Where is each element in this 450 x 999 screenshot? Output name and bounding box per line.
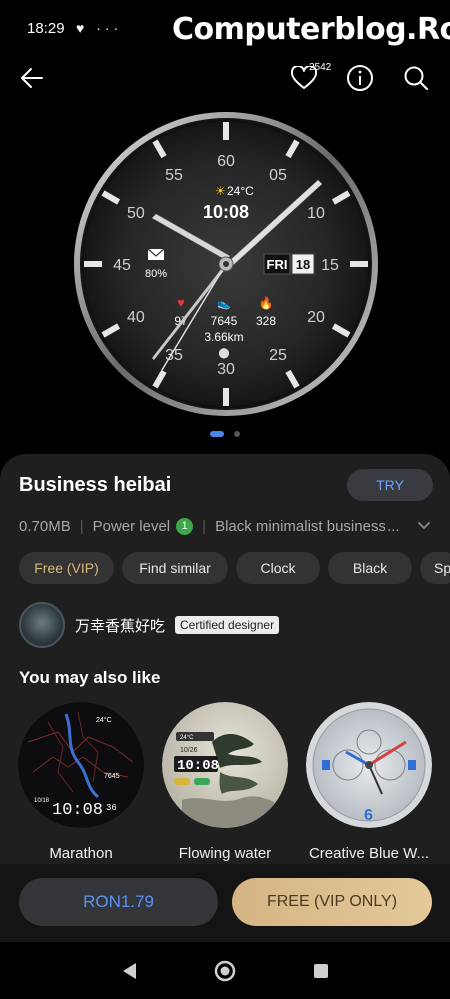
free-vip-button[interactable]: FREE (VIP ONLY) xyxy=(232,878,432,926)
location-pin-icon: ⬤ xyxy=(218,348,229,359)
tag-chip-free-vip[interactable]: Free (VIP) xyxy=(19,552,114,584)
divider: | xyxy=(202,517,207,535)
designer-row[interactable]: 万幸香蕉好吃 Certified designer xyxy=(19,602,439,648)
creative-blue-face-thumbnail: 6 xyxy=(306,702,432,828)
sun-cloud-icon: ☀ xyxy=(215,184,226,198)
recommendation-item[interactable]: 24°C 7645 10/18 10:08 36 Marathon xyxy=(18,702,144,862)
try-button[interactable]: TRY xyxy=(347,469,433,501)
recommendation-item[interactable]: 6 Creative Blue W... xyxy=(306,702,432,862)
favorites-count: 2542 xyxy=(309,62,332,73)
tag-chip-black[interactable]: Black xyxy=(328,552,412,584)
wf-weather: 24°C xyxy=(227,184,254,198)
heart-icon: ♥ xyxy=(177,295,185,310)
wf-day: FRI xyxy=(267,257,288,272)
rec-time: 10:08 xyxy=(177,758,219,774)
recommendation-label: Flowing water xyxy=(178,845,272,862)
search-button[interactable] xyxy=(396,58,436,98)
system-nav-bar xyxy=(0,942,450,999)
minute-numeral: 50 xyxy=(127,205,145,222)
tag-chips: Free (VIP) Find similar Clock Black Spor… xyxy=(19,552,450,584)
status-time: 18:29 xyxy=(27,20,65,37)
power-level-badge: 1 xyxy=(176,517,194,535)
meta-row[interactable]: 0.70MB | Power level 1 | Black minimalis… xyxy=(19,515,439,537)
flame-icon: 🔥 xyxy=(259,296,274,310)
watch-face-preview: 600510202530354045505515 ☀ 24°C 10:08 80… xyxy=(74,112,378,416)
minute-numeral: 30 xyxy=(217,361,235,378)
back-button[interactable] xyxy=(12,58,52,98)
section-title: You may also like xyxy=(19,668,161,687)
nav-home-button[interactable] xyxy=(210,956,240,986)
circle-home-icon xyxy=(214,960,236,982)
wf-time: 10:08 xyxy=(203,202,249,222)
designer-avatar[interactable] xyxy=(19,602,65,648)
rec-date: 10/18 xyxy=(34,798,50,804)
square-recents-icon xyxy=(314,964,328,978)
minute-numeral: 60 xyxy=(217,153,235,170)
tag-chip-clock[interactable]: Clock xyxy=(236,552,320,584)
rec-seconds: 36 xyxy=(106,803,117,813)
status-notification-icons: ♥ ··· xyxy=(76,20,123,36)
designer-name: 万幸香蕉好吃 xyxy=(75,616,166,635)
triangle-back-icon xyxy=(123,963,136,979)
power-level-label: Power level xyxy=(92,517,171,535)
minute-numeral: 40 xyxy=(127,309,145,326)
info-icon xyxy=(347,65,373,91)
marathon-face-thumbnail: 24°C 7645 10/18 10:08 36 xyxy=(18,702,144,828)
divider: | xyxy=(79,517,84,535)
ellipsis: ... xyxy=(387,517,400,535)
wf-distance: 3.66km xyxy=(204,330,243,344)
recommendation-label: Creative Blue W... xyxy=(308,845,430,862)
minute-numeral: 20 xyxy=(307,309,325,326)
details-sheet: Business heibai TRY 0.70MB | Power level… xyxy=(0,454,450,864)
rec-steps: 7645 xyxy=(104,773,120,780)
file-size: 0.70MB xyxy=(19,517,71,535)
rec-date: 10/26 xyxy=(180,747,198,754)
rec-weather: 24°C xyxy=(96,716,112,724)
minute-numeral: 05 xyxy=(269,167,287,184)
watermark: Computerblog.Ro xyxy=(172,12,450,47)
nav-back-button[interactable] xyxy=(114,956,144,986)
minute-numeral: 10 xyxy=(307,205,325,222)
mail-icon xyxy=(147,248,165,260)
top-bar: 2542 xyxy=(0,58,450,102)
info-button[interactable] xyxy=(340,58,380,98)
minute-numeral: 15 xyxy=(321,257,339,274)
search-icon xyxy=(404,66,428,90)
minute-numeral: 45 xyxy=(113,257,131,274)
wf-steps: 7645 xyxy=(211,314,238,328)
buy-button[interactable]: RON1.79 xyxy=(19,878,218,926)
wf-battery: 80% xyxy=(145,268,167,280)
shoe-icon: 👟 xyxy=(217,298,231,310)
minute-numeral: 25 xyxy=(269,347,287,364)
tag-chip-find-similar[interactable]: Find similar xyxy=(122,552,228,584)
watch-preview[interactable]: 60 05 10 20 25 30 35 40 45 50 55 15 ☀ 24°C 10:08 80… xyxy=(0,102,450,452)
minute-numeral: 55 xyxy=(165,167,183,184)
page-dot-active[interactable] xyxy=(210,431,224,437)
nav-recents-button[interactable] xyxy=(306,956,336,986)
arrow-left-icon xyxy=(21,68,43,88)
flowing-water-face-thumbnail: 24°C 10/26 10:08 xyxy=(162,702,288,828)
description: Black minimalist business xyxy=(215,517,386,535)
rec-numeral: 6 xyxy=(364,807,373,824)
recommendation-item[interactable]: 24°C 10/26 10:08 Flowing water xyxy=(162,702,288,862)
action-bar: RON1.79 FREE (VIP ONLY) xyxy=(0,864,450,942)
tag-chip-sport[interactable]: Sport xyxy=(420,552,450,584)
recommendation-label: Marathon xyxy=(49,845,113,862)
rec-time: 10:08 xyxy=(52,801,103,820)
status-bar: 18:29 ♥ ··· Computerblog.Ro xyxy=(0,0,450,58)
page-indicator xyxy=(0,431,450,437)
page-dot[interactable] xyxy=(234,431,240,437)
chevron-down-icon[interactable] xyxy=(416,517,432,533)
wf-calories: 328 xyxy=(256,314,276,328)
recommendations-list: 24°C 7645 10/18 10:08 36 Marathon 24°C 1… xyxy=(18,702,450,862)
certified-designer-badge: Certified designer xyxy=(175,616,280,634)
wf-date: 18 xyxy=(296,257,310,272)
rec-weather: 24°C xyxy=(180,735,194,741)
face-title: Business heibai xyxy=(19,474,172,496)
